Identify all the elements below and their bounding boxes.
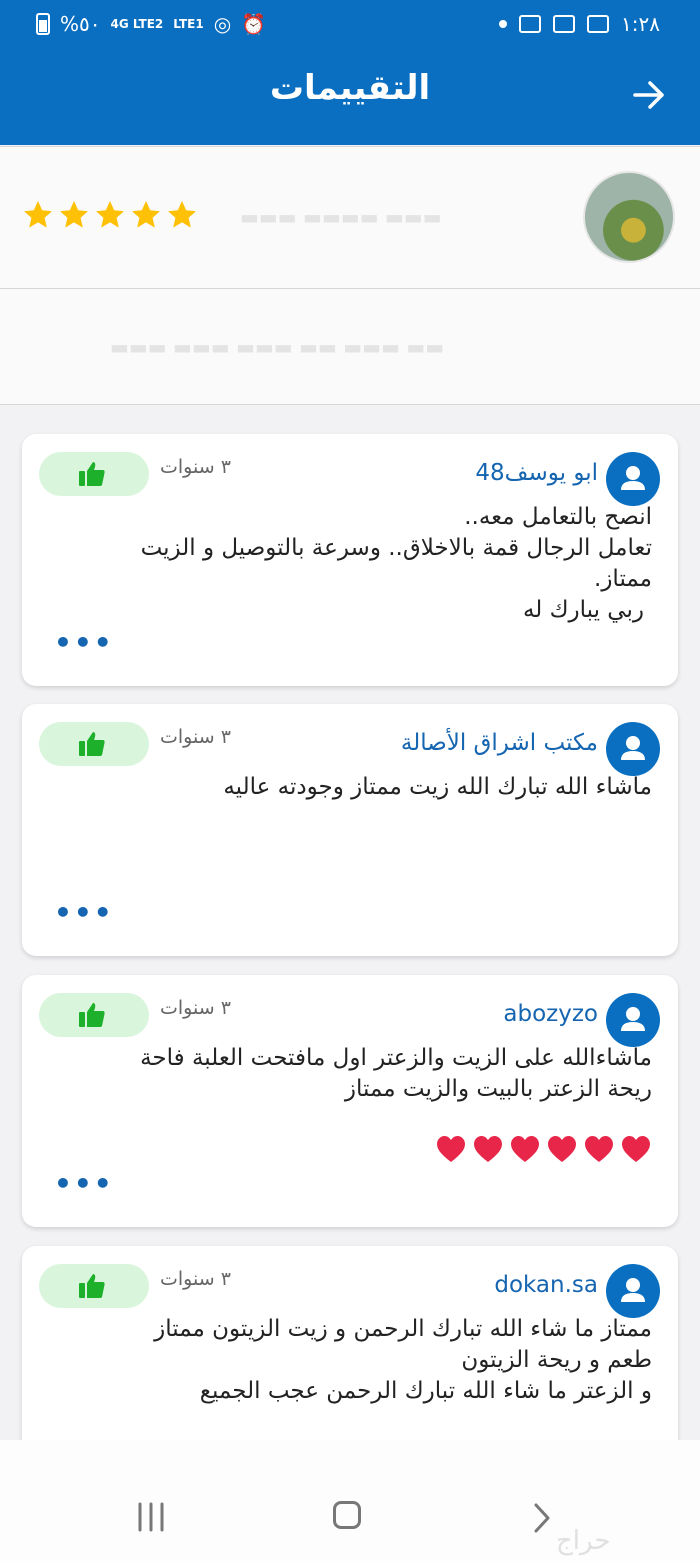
review-line: و الزعتر ما شاء الله تبارك الرحمن عجب ال… — [199, 1378, 652, 1404]
user-avatar-icon — [606, 452, 660, 506]
review-line: طعم و ريحة الزيتون — [461, 1347, 652, 1373]
review-line: ممتاز. — [594, 566, 652, 592]
heart-icon — [437, 1136, 465, 1162]
like-button[interactable] — [39, 452, 149, 496]
heart-icon — [474, 1136, 502, 1162]
product-summary: ▬▬▬ ▬▬▬▬ ▬▬▬ ▬▬▬ ▬▬▬ ▬▬▬ ▬▬ ▬▬▬ ▬▬ — [0, 146, 700, 405]
battery-icon — [36, 13, 50, 35]
arrow-right-icon[interactable] — [632, 78, 666, 112]
like-button[interactable] — [39, 1264, 149, 1308]
watermark-logo: حراج — [556, 1526, 611, 1556]
user-avatar-icon — [606, 722, 660, 776]
app-header: التقييمات — [0, 50, 700, 145]
system-nav-bar: حراج — [0, 1440, 700, 1561]
review-line: ربي يبارك له — [522, 597, 644, 623]
home-icon[interactable] — [333, 1501, 361, 1529]
review-age: ٣ سنوات — [160, 997, 231, 1019]
gallery-icon — [587, 15, 610, 33]
review-line: ماشاءالله على الزيت والزعتر اول مافتحت ا… — [140, 1045, 652, 1071]
review-author[interactable]: مكتب اشراق الأصالة — [401, 730, 598, 756]
review-line: ماشاء الله تبارك الله زيت ممتاز وجودته ع… — [223, 774, 652, 800]
heart-icon — [548, 1136, 576, 1162]
like-button[interactable] — [39, 722, 149, 766]
more-options-icon[interactable]: ••• — [54, 1167, 114, 1200]
back-chevron-icon[interactable] — [532, 1502, 552, 1534]
clock: ١:٢٨ — [621, 12, 660, 36]
review-text: انصح بالتعامل معه.. تعامل الرجال قمة بال… — [44, 502, 652, 626]
heart-emojis — [436, 1135, 651, 1163]
product-image — [583, 171, 675, 263]
review-card: dokan.sa ٣ سنوات ممتاز ما شاء الله تبارك… — [22, 1246, 678, 1466]
summary-divider — [0, 288, 700, 289]
review-text: ماشاء الله تبارك الله زيت ممتاز وجودته ع… — [44, 772, 652, 803]
hotspot-icon: ◎ — [213, 12, 232, 36]
thumbs-up-icon — [79, 462, 105, 486]
review-line: انصح بالتعامل معه.. — [464, 504, 652, 530]
network-indicator-1: 4G LTE2 — [110, 17, 164, 31]
review-age: ٣ سنوات — [160, 1268, 231, 1290]
heart-icon — [511, 1136, 539, 1162]
alarm-icon: ⏰ — [241, 12, 267, 36]
thumbs-up-icon — [79, 1274, 105, 1298]
review-line: ريحة الزعتر بالبيت والزيت ممتاز — [344, 1076, 652, 1102]
network-indicator-2: LTE1 — [173, 17, 204, 31]
review-author[interactable]: abozyzo — [503, 1001, 598, 1027]
review-age: ٣ سنوات — [160, 726, 231, 748]
review-card: ابو يوسف48 ٣ سنوات انصح بالتعامل معه.. ت… — [22, 434, 678, 686]
thumbs-up-icon — [79, 1003, 105, 1027]
star-icon — [168, 201, 196, 228]
heart-icon — [585, 1136, 613, 1162]
page-title: التقييمات — [269, 68, 431, 108]
youtube-icon — [519, 15, 542, 33]
review-card: abozyzo ٣ سنوات ماشاءالله على الزيت والز… — [22, 975, 678, 1227]
review-author[interactable]: ابو يوسف48 — [475, 460, 598, 486]
review-text: ماشاءالله على الزيت والزعتر اول مافتحت ا… — [44, 1043, 652, 1105]
review-card: مكتب اشراق الأصالة ٣ سنوات ماشاء الله تب… — [22, 704, 678, 956]
review-age: ٣ سنوات — [160, 456, 231, 478]
review-line: تعامل الرجال قمة بالاخلاق.. وسرعة بالتوص… — [140, 535, 652, 561]
star-icon — [132, 201, 160, 228]
thumbs-up-icon — [79, 732, 105, 756]
more-options-icon[interactable]: ••• — [54, 896, 114, 929]
review-text: ممتاز ما شاء الله تبارك الرحمن و زيت الز… — [44, 1314, 652, 1407]
review-line: ممتاز ما شاء الله تبارك الرحمن و زيت الز… — [154, 1316, 652, 1342]
heart-icon — [622, 1136, 650, 1162]
faded-product-name: ▬▬▬ ▬▬▬▬ ▬▬▬ — [240, 205, 442, 229]
app-icon — [553, 15, 576, 33]
review-author[interactable]: dokan.sa — [494, 1272, 598, 1298]
user-avatar-icon — [606, 993, 660, 1047]
star-icon — [60, 201, 88, 228]
recent-apps-icon[interactable] — [136, 1502, 166, 1532]
like-button[interactable] — [39, 993, 149, 1037]
battery-percent: %٥٠ — [60, 12, 101, 36]
star-icon — [24, 201, 52, 228]
status-bar: %٥٠ 4G LTE2 LTE1 ◎ ⏰ ١:٢٨ — [0, 0, 700, 50]
faded-stats: ▬▬▬ ▬▬▬ ▬▬▬ ▬▬ ▬▬▬ ▬▬ — [110, 335, 445, 359]
notification-dot-icon — [499, 20, 508, 28]
user-avatar-icon — [606, 1264, 660, 1318]
rating-stars — [22, 199, 198, 231]
more-options-icon[interactable]: ••• — [54, 626, 114, 659]
star-icon — [96, 201, 124, 228]
